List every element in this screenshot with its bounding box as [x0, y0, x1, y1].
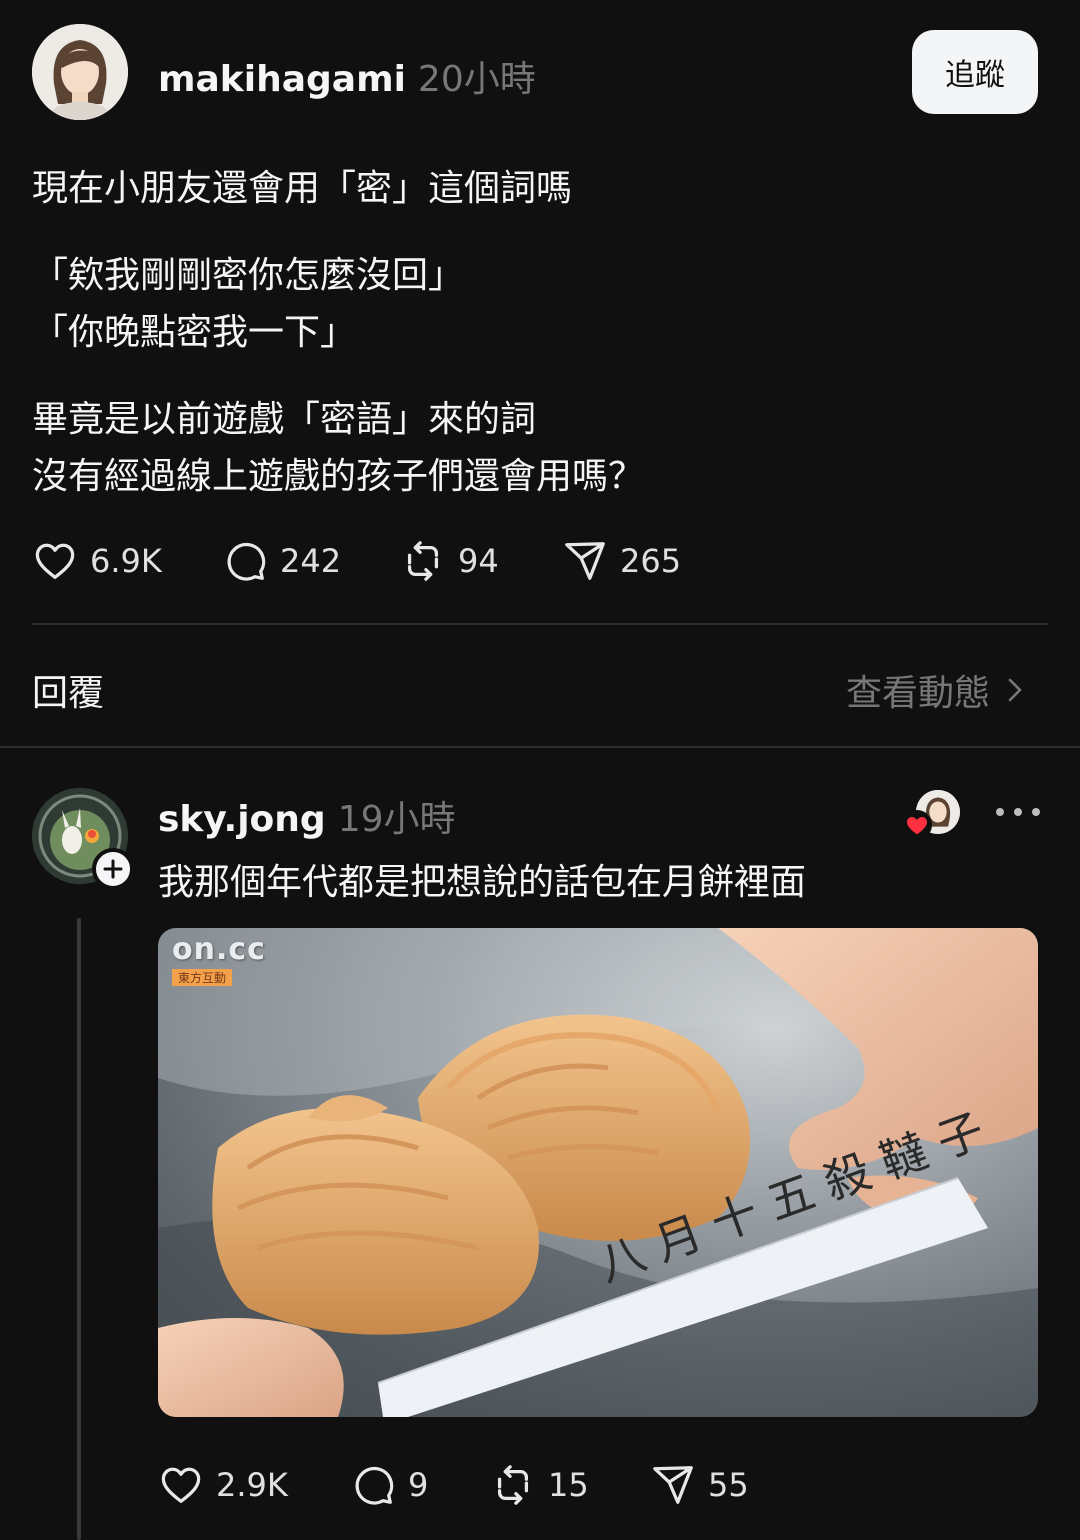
post-body: 現在小朋友還會用「密」這個詞嗎 「欸我剛剛密你怎麼沒回」 「你晚點密我一下」 畢…: [32, 160, 1032, 505]
share-count: 265: [620, 542, 682, 580]
watermark-logo: on.cc: [172, 932, 266, 967]
view-activity-link[interactable]: 查看動態: [846, 664, 1030, 716]
post-paragraph: 現在小朋友還會用「密」這個詞嗎: [32, 160, 1032, 217]
share-icon: [565, 542, 605, 580]
post-line: 現在小朋友還會用「密」這個詞嗎: [32, 168, 573, 209]
share-icon: [653, 1466, 693, 1504]
more-icon: [1032, 808, 1040, 816]
post-actions: 6.9K 242 94 265: [32, 538, 681, 584]
replies-label: 回覆: [32, 673, 105, 714]
reply-time: 19小時: [337, 799, 456, 840]
follow-plus-button[interactable]: [92, 848, 134, 890]
post-line: 「欸我剛剛密你怎麼沒回」: [32, 255, 465, 296]
reply-text: 我那個年代都是把想說的話包在月餅裡面: [158, 862, 807, 903]
repost-icon: [497, 1465, 529, 1505]
comment-icon: [355, 1466, 394, 1505]
reply-like-button[interactable]: 2.9K: [158, 1462, 350, 1508]
reply-share-count: 55: [708, 1466, 749, 1504]
watermark: on.cc 東方互動: [172, 932, 266, 986]
post-time: 20小時: [417, 59, 536, 100]
more-icon: [996, 808, 1004, 816]
view-activity-label: 查看動態: [846, 673, 991, 714]
heart-icon: [902, 810, 932, 840]
plus-icon: [103, 859, 123, 879]
reply-actions: 2.9K 9 15 55: [158, 1462, 749, 1508]
heart-icon: [35, 543, 75, 579]
post-line: 沒有經過線上遊戲的孩子們還會用嗎？: [32, 456, 645, 497]
section-divider: [0, 746, 1080, 748]
share-button[interactable]: 265: [562, 538, 681, 584]
post-paragraph: 畢竟是以前遊戲「密語」來的詞 沒有經過線上遊戲的孩子們還會用嗎？: [32, 391, 1032, 505]
like-button[interactable]: 6.9K: [32, 538, 222, 584]
comment-button[interactable]: 242: [222, 538, 400, 584]
comment-icon: [227, 542, 266, 581]
author-username[interactable]: makihagami: [158, 59, 406, 100]
reply-comment-button[interactable]: 9: [350, 1462, 490, 1508]
repost-button[interactable]: 94: [400, 538, 562, 584]
post-line: 畢竟是以前遊戲「密語」來的詞: [32, 399, 537, 440]
more-icon: [1014, 808, 1022, 816]
reply-like-count: 2.9K: [216, 1466, 288, 1504]
chevron-right-icon: [1008, 678, 1022, 702]
author-avatar[interactable]: [32, 24, 128, 120]
heart-icon: [161, 1467, 201, 1503]
repost-icon: [407, 541, 439, 581]
reply-share-button[interactable]: 55: [650, 1462, 749, 1508]
reply-username[interactable]: sky.jong: [158, 799, 326, 840]
watermark-subtitle: 東方互動: [172, 969, 233, 986]
follow-button[interactable]: 追蹤: [912, 30, 1038, 114]
reply-comment-count: 9: [408, 1466, 429, 1504]
thread-line: [77, 918, 81, 1540]
repost-count: 94: [458, 542, 499, 580]
like-count: 6.9K: [90, 542, 162, 580]
reply-image[interactable]: on.cc 東方互動 八月十五殺韃子: [158, 928, 1038, 1417]
reply-repost-count: 15: [548, 1466, 589, 1504]
comment-count: 242: [280, 542, 342, 580]
more-options-button[interactable]: [996, 800, 1040, 824]
post-paragraph: 「欸我剛剛密你怎麼沒回」 「你晚點密我一下」: [32, 247, 1032, 361]
divider: [32, 623, 1048, 625]
reply-repost-button[interactable]: 15: [490, 1462, 650, 1508]
post-line: 「你晚點密我一下」: [32, 312, 357, 353]
avatar-portrait: [32, 24, 128, 120]
liked-by-author-indicator: [902, 790, 960, 840]
